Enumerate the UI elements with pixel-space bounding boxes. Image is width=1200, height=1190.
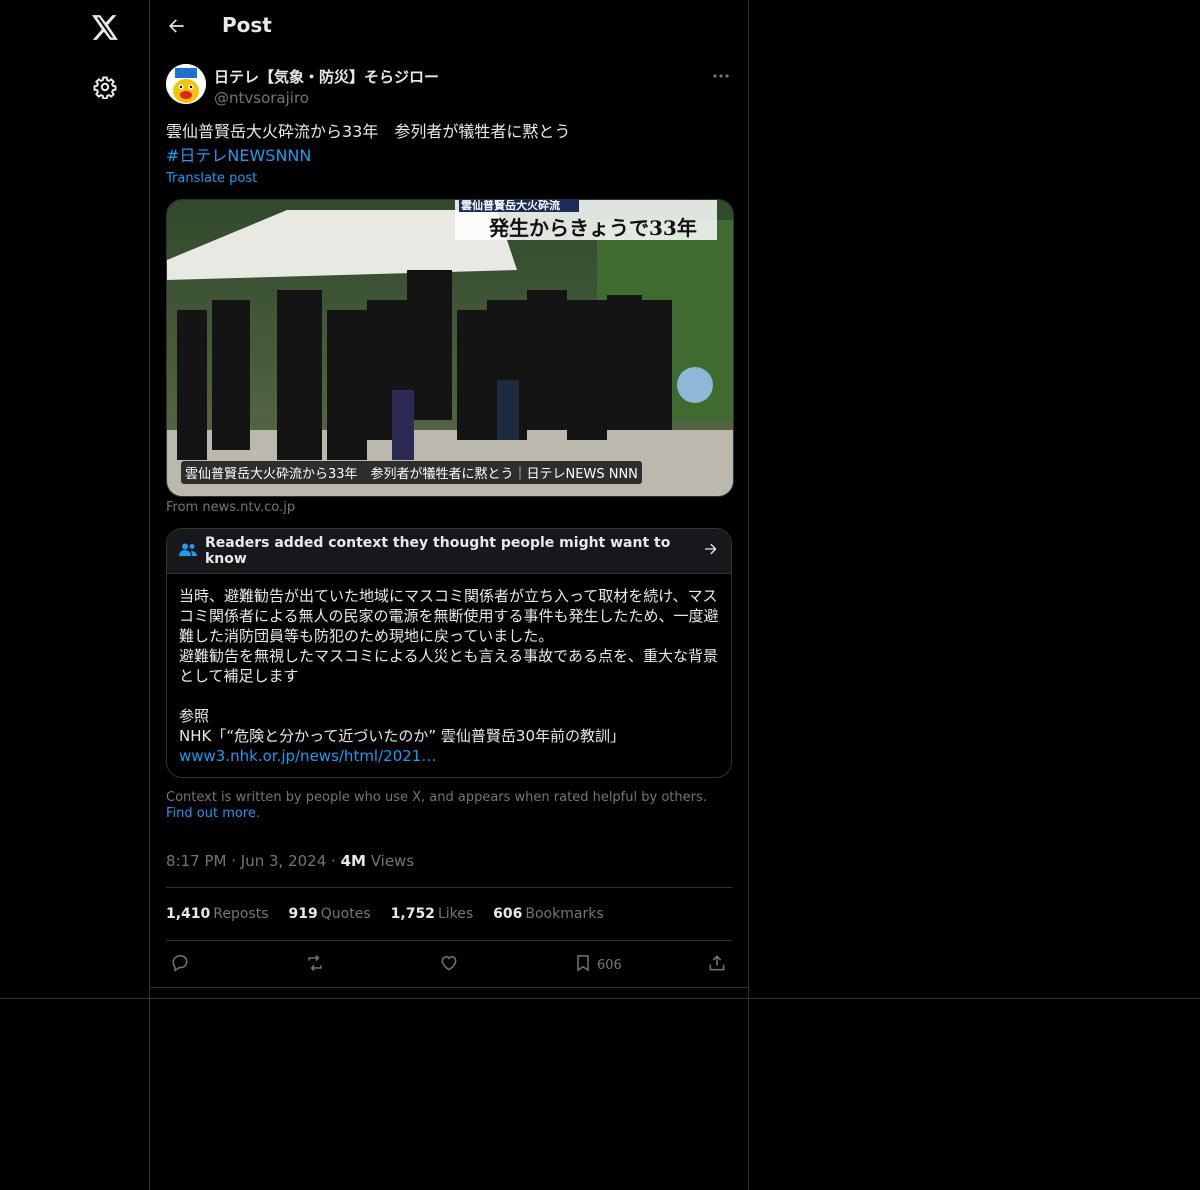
repost-button[interactable] xyxy=(304,952,326,978)
author-handle[interactable]: @ntvsorajiro xyxy=(214,89,439,107)
avatar[interactable] xyxy=(166,64,206,104)
divider xyxy=(150,987,748,988)
context-footer: Context is written by people who use X, … xyxy=(166,790,732,822)
views-count: 4M xyxy=(340,852,366,870)
hashtag-link[interactable]: #日テレNEWSNNN xyxy=(166,144,732,168)
community-note: Readers added context they thought peopl… xyxy=(166,528,732,778)
header: Post xyxy=(150,0,748,54)
quotes-stat[interactable]: 919 Quotes xyxy=(289,906,371,922)
context-text: Context is written by people who use X, … xyxy=(166,790,707,805)
repost-icon xyxy=(304,953,326,977)
likes-label: Likes xyxy=(437,906,474,922)
page-title: Post xyxy=(222,13,272,37)
reposts-count: 1,410 xyxy=(166,906,211,922)
bookmarks-stat[interactable]: 606 Bookmarks xyxy=(493,906,603,922)
reposts-stat[interactable]: 1,410 Reposts xyxy=(166,906,269,922)
media-overlay-top: 雲仙普賢岳大火砕流 xyxy=(461,199,560,212)
post-body: 雲仙普賢岳大火砕流から33年 参列者が犠牲者に黙とう xyxy=(166,122,571,141)
bookmarks-count: 606 xyxy=(493,906,523,922)
post-date[interactable]: Jun 3, 2024 xyxy=(241,852,326,870)
bookmark-icon xyxy=(573,953,593,977)
engagement-stats: 1,410 Reposts 919 Quotes 1,752 Likes 606 Boo… xyxy=(166,906,604,922)
reposts-label: Reposts xyxy=(213,906,269,922)
action-bar: 606 xyxy=(166,952,732,978)
divider xyxy=(748,0,749,1190)
left-nav xyxy=(0,0,149,1190)
bookmarks-label: Bookmarks xyxy=(525,906,604,922)
quotes-count: 919 xyxy=(288,906,318,922)
reply-button[interactable] xyxy=(170,952,190,978)
post-image[interactable]: 雲仙普賢岳大火砕流 発生からきょうで33年 雲仙普賢岳大火砕流から33年 参列者… xyxy=(166,199,734,497)
media-caption: 雲仙普賢岳大火砕流から33年 参列者が犠牲者に黙とう｜日テレNEWS NNN xyxy=(181,461,642,484)
back-arrow-icon[interactable] xyxy=(166,16,188,38)
author-block: 日テレ【気象・防災】そらジロー @ntvsorajiro xyxy=(214,66,439,107)
post-column: Post 日テレ【気象・防災】そらジロー @ntvsorajiro 雲仙普賢岳大… xyxy=(150,0,748,988)
community-note-header[interactable]: Readers added context they thought peopl… xyxy=(167,529,731,574)
quotes-label: Quotes xyxy=(320,906,371,922)
like-button[interactable] xyxy=(439,952,459,978)
x-logo-icon[interactable] xyxy=(86,8,124,46)
reply-icon xyxy=(170,953,190,977)
share-button[interactable] xyxy=(707,952,727,978)
bookmark-button[interactable]: 606 xyxy=(573,952,622,978)
community-note-title: Readers added context they thought peopl… xyxy=(205,535,671,567)
likes-count: 1,752 xyxy=(390,906,435,922)
share-icon xyxy=(707,953,727,977)
arrow-right-icon[interactable] xyxy=(703,541,719,561)
community-note-body: 当時、避難勧告が出ていた地域にマスコミ関係者が立ち入って取材を続け、マスコミ関係… xyxy=(167,574,731,766)
community-note-link[interactable]: www3.nhk.or.jp/news/html/2021… xyxy=(179,747,436,765)
author-name[interactable]: 日テレ【気象・防災】そらジロー xyxy=(214,66,439,87)
likes-stat[interactable]: 1,752 Likes xyxy=(391,906,474,922)
more-icon[interactable] xyxy=(710,66,732,86)
community-note-text: 当時、避難勧告が出ていた地域にマスコミ関係者が立ち入って取材を続け、マスコミ関係… xyxy=(179,587,719,745)
find-out-more-link[interactable]: Find out more. xyxy=(166,806,260,821)
post-meta: 8:17 PM · Jun 3, 2024 · 4M Views xyxy=(166,852,415,870)
divider xyxy=(166,887,732,888)
views-label: Views xyxy=(370,852,415,870)
link-source[interactable]: From news.ntv.co.jp xyxy=(166,500,295,515)
gear-icon[interactable] xyxy=(86,68,124,106)
divider xyxy=(166,940,732,941)
media-headline: 発生からきょうで33年 xyxy=(489,216,697,240)
post-text: 雲仙普賢岳大火砕流から33年 参列者が犠牲者に黙とう #日テレNEWSNNN xyxy=(166,120,732,168)
heart-icon xyxy=(439,953,459,977)
post-time[interactable]: 8:17 PM xyxy=(166,852,226,870)
people-icon xyxy=(179,542,197,561)
bookmark-action-count: 606 xyxy=(597,957,622,973)
divider xyxy=(0,998,1200,999)
translate-link[interactable]: Translate post xyxy=(166,171,257,186)
